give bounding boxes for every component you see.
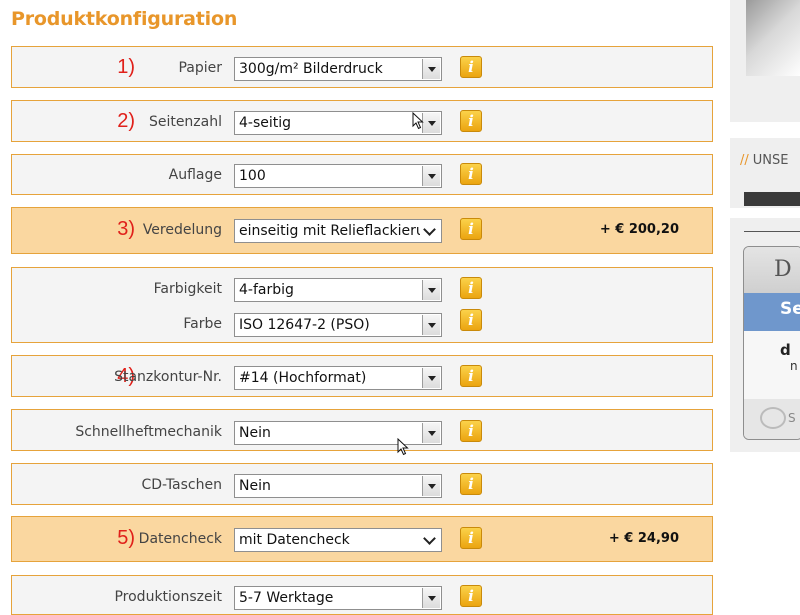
step-number: 2) <box>117 110 135 132</box>
row-auflage: Auflage 100 i <box>11 154 713 195</box>
produktionszeit-select[interactable]: 5-7 Werktage <box>234 586 442 610</box>
chevron-down-icon[interactable] <box>420 530 440 550</box>
row-cd-taschen: CD-Taschen Nein i <box>11 463 713 505</box>
veredelung-select[interactable]: einseitig mit Relieflackierung <box>234 219 442 243</box>
info-icon[interactable]: i <box>460 527 482 549</box>
product-configuration-panel: Produktkonfiguration 1) Papier 300g/m² B… <box>0 0 728 615</box>
row-produktionszeit: Produktionszeit 5-7 Werktage i <box>11 575 713 615</box>
seitenzahl-select[interactable]: 4-seitig <box>234 111 442 135</box>
chevron-down-icon[interactable] <box>422 423 440 443</box>
step-number: 5) <box>117 527 135 549</box>
sidebar-photo[interactable] <box>746 0 800 76</box>
info-icon[interactable]: i <box>460 585 482 607</box>
row-datencheck: 5) Datencheck mit Datencheck i + € 24,90 <box>11 516 713 562</box>
sidebar-divider <box>744 231 800 232</box>
schnellheftmechanik-label: Schnellheftmechanik <box>75 424 222 440</box>
row-stanzkontur: 4) Stanzkontur-Nr. #14 (Hochformat) i <box>11 355 713 397</box>
logo-icon <box>760 407 786 429</box>
info-icon[interactable]: i <box>460 163 482 185</box>
info-icon[interactable]: i <box>460 218 482 240</box>
right-sidebar: //UNSE D Se d n S <box>728 0 800 600</box>
chevron-down-icon[interactable] <box>422 368 440 388</box>
sidebar-image-box <box>730 0 800 122</box>
row-farbigkeit-farbe: Farbigkeit 4-farbig i Farbe ISO 12647-2 … <box>11 267 713 343</box>
row-veredelung: 3) Veredelung einseitig mit Relieflackie… <box>11 207 713 254</box>
info-icon[interactable]: i <box>460 420 482 442</box>
chevron-down-icon[interactable] <box>422 476 440 496</box>
schnellheftmechanik-select[interactable]: Nein <box>234 421 442 445</box>
info-icon[interactable]: i <box>460 365 482 387</box>
farbe-label: Farbe <box>183 316 222 332</box>
row-schnellheftmechanik: Schnellheftmechanik Nein i <box>11 409 713 451</box>
farbigkeit-label: Farbigkeit <box>153 281 222 297</box>
info-icon[interactable]: i <box>460 473 482 495</box>
row-seitenzahl: 2) Seitenzahl 4-seitig i <box>11 100 713 142</box>
stanzkontur-label: Stanzkontur-Nr. <box>114 369 222 385</box>
chevron-down-icon[interactable] <box>422 113 440 133</box>
datencheck-select[interactable]: mit Datencheck <box>234 528 442 552</box>
veredelung-label: Veredelung <box>142 222 222 238</box>
veredelung-price: + € 200,20 <box>599 222 679 237</box>
auflage-select[interactable]: 100 <box>234 164 442 188</box>
papier-label: Papier <box>178 60 222 76</box>
farbe-select[interactable]: ISO 12647-2 (PSO) <box>234 313 442 337</box>
mouse-pointer-icon <box>397 438 409 456</box>
auflage-label: Auflage <box>168 167 222 183</box>
mouse-pointer-icon <box>412 112 424 130</box>
step-number: 3) <box>117 218 135 240</box>
row-papier: 1) Papier 300g/m² Bilderdruck i <box>11 46 713 88</box>
chevron-down-icon[interactable] <box>422 315 440 335</box>
chevron-down-icon[interactable] <box>422 280 440 300</box>
step-number: 1) <box>117 56 135 78</box>
seitenzahl-label: Seitenzahl <box>148 114 222 130</box>
chevron-down-icon[interactable] <box>420 221 440 241</box>
sidebar-ad-banner[interactable]: D Se d n S <box>743 246 800 440</box>
info-icon[interactable]: i <box>460 277 482 299</box>
chevron-down-icon[interactable] <box>422 166 440 186</box>
farbigkeit-select[interactable]: 4-farbig <box>234 278 442 302</box>
datencheck-price: + € 24,90 <box>608 531 679 546</box>
info-icon[interactable]: i <box>460 56 482 78</box>
datencheck-label: Datencheck <box>138 531 222 547</box>
info-icon[interactable]: i <box>460 110 482 132</box>
cd-taschen-label: CD-Taschen <box>141 477 223 493</box>
cd-taschen-select[interactable]: Nein <box>234 474 442 498</box>
sidebar-heading: //UNSE <box>740 153 789 168</box>
papier-select[interactable]: 300g/m² Bilderdruck <box>234 57 442 81</box>
chevron-down-icon[interactable] <box>422 588 440 608</box>
sidebar-teaser-strip[interactable] <box>744 192 800 206</box>
info-icon[interactable]: i <box>460 309 482 331</box>
page-title: Produktkonfiguration <box>11 8 238 30</box>
produktionszeit-label: Produktionszeit <box>114 589 222 605</box>
stanzkontur-select[interactable]: #14 (Hochformat) <box>234 366 442 390</box>
chevron-down-icon[interactable] <box>422 59 440 79</box>
